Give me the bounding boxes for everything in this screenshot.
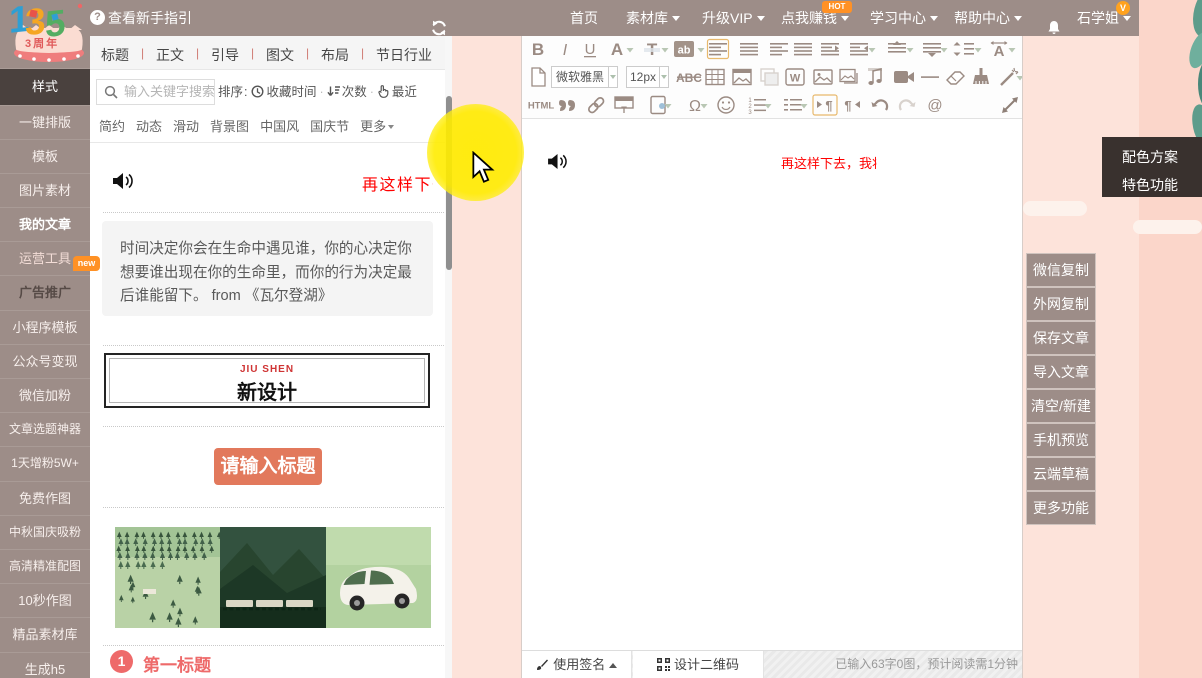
svg-text:3: 3 bbox=[25, 2, 46, 43]
svg-text:¶: ¶ bbox=[825, 98, 832, 113]
svg-text:HTML: HTML bbox=[528, 101, 555, 112]
svg-text:W: W bbox=[790, 73, 801, 85]
svg-text:U: U bbox=[585, 41, 596, 58]
svg-text:ab: ab bbox=[678, 45, 691, 57]
svg-text:ABC: ABC bbox=[676, 71, 702, 85]
svg-text:¶: ¶ bbox=[844, 98, 851, 113]
svg-text:A: A bbox=[994, 43, 1005, 60]
svg-text:T: T bbox=[621, 105, 627, 115]
svg-text:3: 3 bbox=[748, 110, 752, 116]
svg-text:B: B bbox=[532, 40, 544, 59]
svg-text:Ω: Ω bbox=[689, 98, 701, 115]
svg-text:I: I bbox=[563, 42, 568, 59]
svg-text:A: A bbox=[611, 40, 623, 59]
svg-text:@: @ bbox=[927, 97, 942, 114]
svg-text:5: 5 bbox=[45, 2, 66, 45]
